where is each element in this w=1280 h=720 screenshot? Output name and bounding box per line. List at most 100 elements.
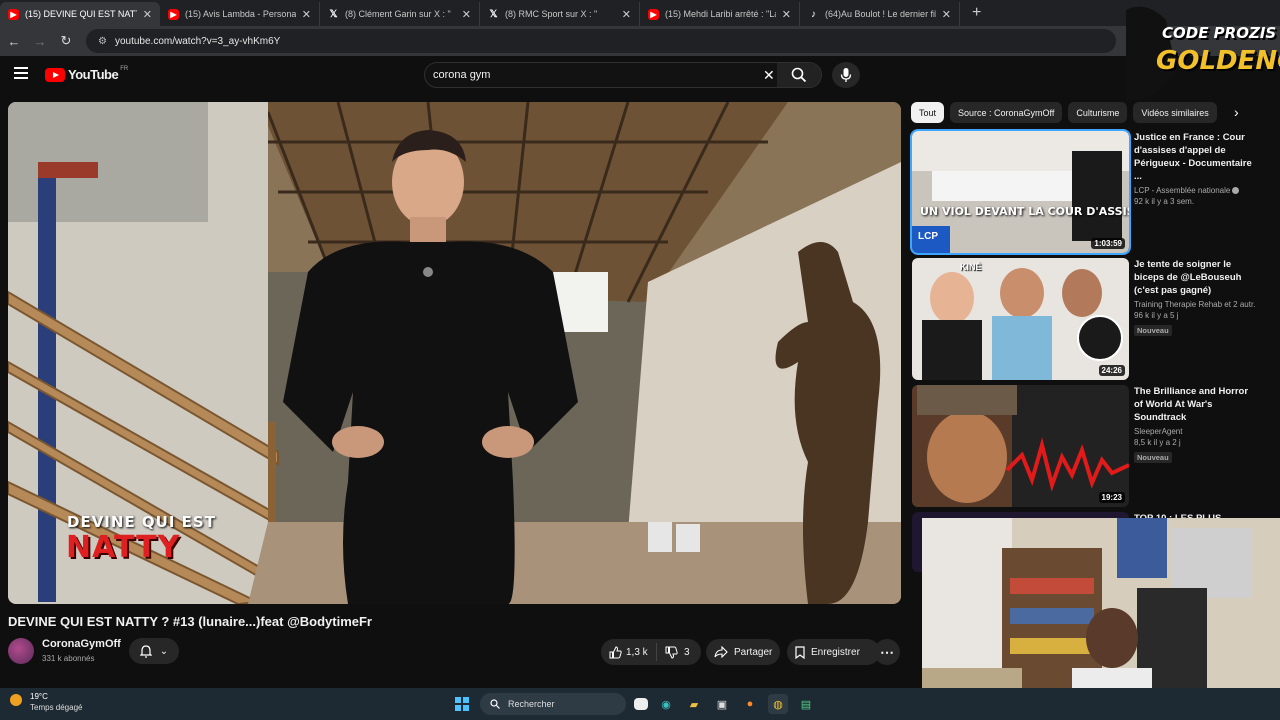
url-text: youtube.com/watch?v=3_ay-vhKm6Y [114,35,281,47]
browser-tab[interactable]: ♪ (64)Au Boulot ! Le dernier film ✕ [800,2,960,26]
video-overlay-text: DEVINE QUI EST [67,513,216,531]
close-icon[interactable]: ✕ [302,8,311,21]
recommendation-item[interactable]: UN VIOL DEVANT LA COUR D'ASSISES LCP 1:0… [910,129,1252,255]
country-code: FR [120,65,129,72]
close-icon[interactable]: ✕ [782,8,791,21]
like-button[interactable]: 1,3 k [601,643,657,661]
app-icon[interactable]: ▤ [796,694,816,714]
menu-icon[interactable] [14,67,28,79]
promo-line2: GOLDENG [1156,46,1280,76]
video-overlay-title: NATTY [66,530,181,565]
lcp-logo: LCP [918,231,938,242]
close-icon[interactable]: ✕ [143,8,152,21]
task-view-icon[interactable] [634,698,648,710]
share-button[interactable]: Partager [706,639,780,665]
windows-start-icon[interactable] [452,694,472,714]
address-bar-row: ← → ↻ ⚙ youtube.com/watch?v=3_ay-vhKm6Y [0,26,1280,56]
browser-tab[interactable]: ▶ (15) Mehdi Laribi arrêté : "La D ✕ [640,2,800,26]
new-badge: Nouveau [1134,452,1172,463]
video-duration: 24:26 [1098,365,1125,376]
windows-taskbar: 19°C Temps dégagé Rechercher ◉ ▰ ▣ ● ◍ ▤ [0,688,1280,720]
recommendation-channel[interactable]: Training Therapie Rehab et 2 autr... [1134,300,1256,309]
dislike-count: 3 [684,646,690,658]
recommendation-channel[interactable]: LCP - Assemblée nationale [1134,186,1256,195]
search-input[interactable] [425,69,745,81]
store-icon[interactable]: ▣ [712,694,732,714]
recommendation-title[interactable]: Justice en France : Cour d'assises d'app… [1134,131,1256,183]
youtube-icon: ▶ [8,8,19,20]
voice-search-button[interactable] [832,62,860,88]
chevron-down-icon: ⌄ [159,645,169,657]
url-field[interactable]: ⚙ youtube.com/watch?v=3_ay-vhKm6Y [86,29,1116,53]
forward-button[interactable]: → [28,34,52,49]
chip-similar-videos[interactable]: Vidéos similaires [1133,102,1217,123]
taskbar-icons: Rechercher ◉ ▰ ▣ ● ◍ ▤ [452,693,816,715]
youtube-icon: ▶ [168,8,179,20]
dislike-button[interactable]: 3 [657,646,690,659]
video-thumbnail[interactable]: KINÉ 24:26 [912,258,1129,380]
streamer-promo-logo: CODE PROZIS GOLDENG [1106,0,1280,104]
weather-widget[interactable]: 19°C Temps dégagé [10,692,82,712]
close-icon[interactable]: ✕ [462,8,471,21]
notification-bell-button[interactable]: ⌄ [129,638,179,664]
channel-name[interactable]: CoronaGymOff [42,638,121,650]
channel-avatar[interactable] [8,638,34,664]
firefox-icon[interactable]: ● [740,694,760,714]
recommendation-item[interactable]: 19:23 The Brilliance and Horror of World… [912,385,1248,507]
site-info-icon[interactable]: ⚙ [98,36,107,47]
back-button[interactable]: ← [2,34,26,49]
chip-all[interactable]: Tout [911,102,945,123]
video-duration: 19:23 [1098,492,1125,503]
temperature: 19°C [30,692,48,701]
new-tab-button[interactable]: + [972,4,981,22]
channel-info: CoronaGymOff 331 k abonnés [8,638,121,664]
logo-text: YouTube [68,67,119,82]
video-player[interactable]: DEVINE QUI EST NATTY [8,102,901,604]
clear-icon[interactable]: ✕ [763,67,775,84]
subscriber-count: 331 k abonnés [42,654,95,663]
recommendation-title[interactable]: Je tente de soigner le biceps de @LeBous… [1134,258,1256,297]
video-thumbnail[interactable]: 19:23 [912,385,1129,507]
video-title: DEVINE QUI EST NATTY ? #13 (lunaire...)f… [8,614,372,629]
windows-logo [455,697,469,711]
chip-bodybuilding[interactable]: Culturisme [1068,102,1128,123]
save-button[interactable]: Enregistrer [787,639,880,665]
recommendation-item[interactable]: KINÉ 24:26 Je tente de soigner le biceps… [912,258,1256,380]
browser-tab[interactable]: 𝕏 (8) Clément Garin sur X : " ✕ [320,2,480,26]
search-box: ✕ [424,62,822,88]
thumbnail-image [912,385,1129,507]
edge-icon[interactable]: ◉ [656,694,676,714]
search-icon [791,67,807,83]
tab-title: (8) RMC Sport sur X : " [505,9,598,19]
like-dislike-group: 1,3 k 3 [601,639,701,665]
recommendation-channel[interactable]: SleeperAgent [1134,427,1256,436]
thumbs-down-icon [665,646,678,659]
browser-tab[interactable]: ▶ (15) Avis Lambda - Persona 5 R ✕ [160,2,320,26]
share-icon [714,646,728,658]
taskbar-search-label: Rechercher [508,699,555,709]
video-thumbnail[interactable]: UN VIOL DEVANT LA COUR D'ASSISES LCP 1:0… [910,129,1131,255]
chevron-right-icon[interactable]: › [1234,104,1239,120]
thumbnail-caption: KINÉ [960,262,982,272]
chrome-icon[interactable]: ◍ [768,694,788,714]
more-actions-button[interactable]: ⋯ [874,639,900,665]
chip-source[interactable]: Source : CoronaGymOff [950,102,1063,123]
browser-tab[interactable]: 𝕏 (8) RMC Sport sur X : " ✕ [480,2,640,26]
close-icon[interactable]: ✕ [942,8,951,21]
youtube-header: YouTube FR ✕ [0,56,1280,96]
close-icon[interactable]: ✕ [622,8,631,21]
video-duration: 1:03:59 [1091,238,1125,249]
youtube-play-icon [45,67,65,82]
new-badge: Nouveau [1134,325,1172,336]
tiktok-icon: ♪ [811,8,816,20]
search-button[interactable] [777,63,821,87]
taskbar-search[interactable]: Rechercher [480,693,626,715]
file-explorer-icon[interactable]: ▰ [684,694,704,714]
recommendation-filter-chips: Tout Source : CoronaGymOff Culturisme Vi… [911,102,1217,124]
tab-title: (8) Clément Garin sur X : " [345,9,451,19]
recommendation-title[interactable]: The Brilliance and Horror of World At Wa… [1134,385,1256,424]
reload-button[interactable]: ↻ [54,33,78,49]
x-icon: 𝕏 [329,8,338,20]
youtube-logo[interactable]: YouTube FR [45,65,129,82]
browser-tab[interactable]: ▶ (15) DEVINE QUI EST NATTY ? # ✕ [0,2,160,26]
